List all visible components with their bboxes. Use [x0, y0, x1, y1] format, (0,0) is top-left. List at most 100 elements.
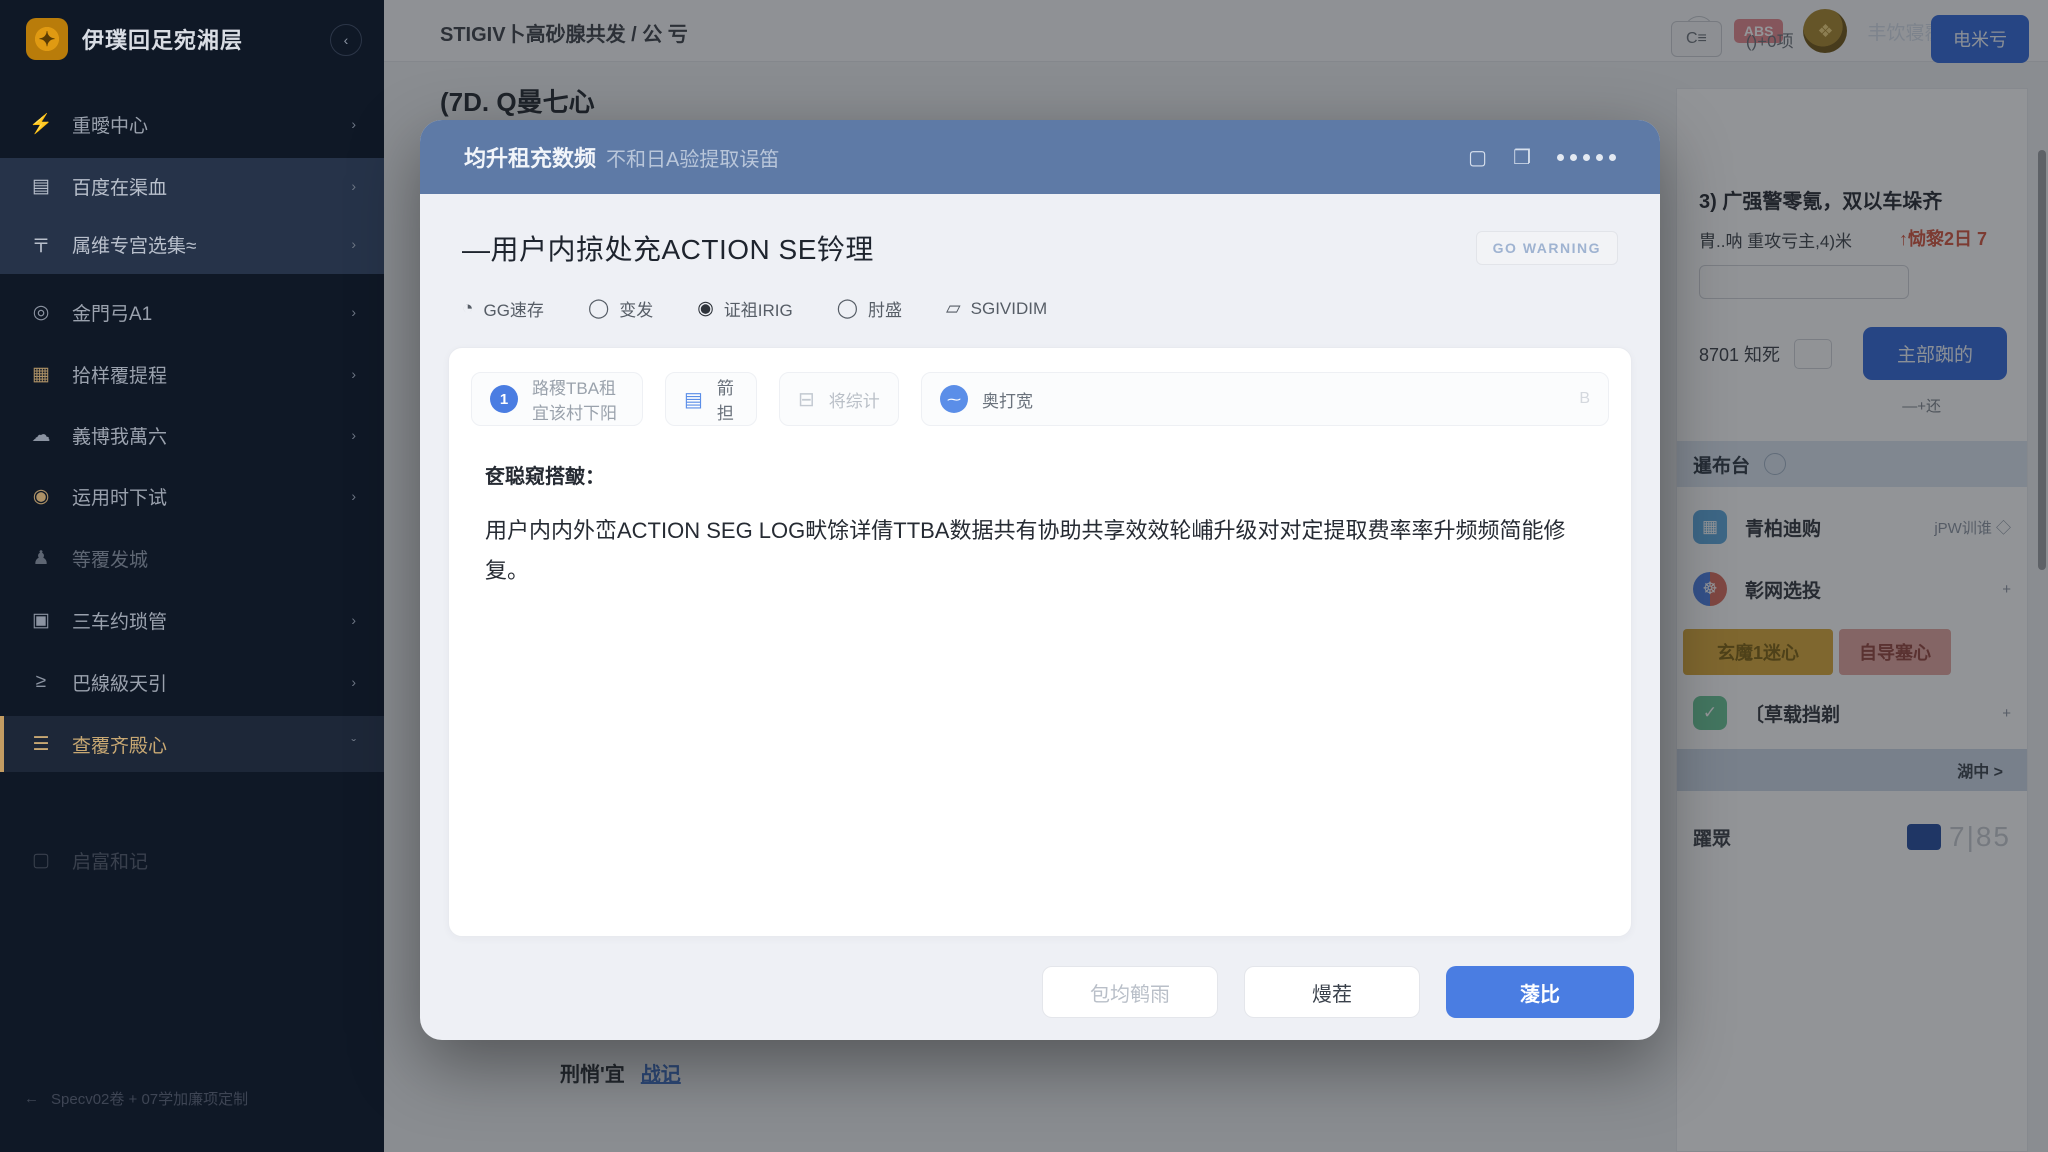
chevron-right-icon: › — [351, 427, 356, 443]
cloud-icon: ◔ — [462, 298, 473, 320]
meta-item-4: ▱ SGIVIDIM — [946, 297, 1047, 320]
steps-row: 1 路稷TBA租宜该村下阳 ▤ 箭担 ⊟ 将综计 ⁓ 奥打宽 B — [471, 372, 1609, 426]
meta-label: SGIVIDIM — [971, 299, 1048, 319]
step-number-icon: 1 — [490, 385, 518, 413]
meta-label: 证祖IRIG — [724, 296, 793, 321]
sidebar: ✦ 伊璞回足宛湘层 ‹ ⚡ 重曖中心 › ▤ 百度在渠血 › 〒 属维专宫选集≈… — [0, 0, 384, 1152]
sidebar-item-label: 拾样覆提程 — [72, 361, 167, 388]
sidebar-item-label: 属维专宫选集≈ — [72, 231, 196, 258]
sidebar-item-label: 查覆齐殿心 — [72, 731, 167, 758]
sidebar-item-1[interactable]: ▤ 百度在渠血 › — [0, 158, 384, 214]
step-1[interactable]: 1 路稷TBA租宜该村下阳 — [471, 372, 643, 426]
sidebar-footer[interactable]: ← Specv02卷 + 07学加廉项定制 — [24, 1088, 364, 1109]
step-3[interactable]: ⊟ 将综计 — [779, 372, 899, 426]
sidebar-collapse-button[interactable]: ‹ — [330, 24, 362, 56]
meta-label: 肘盛 — [868, 296, 902, 321]
menu-icon: ≥ — [28, 671, 54, 693]
sidebar-item-label: 三车约琐管 — [72, 607, 167, 634]
sidebar-item-label: 重曖中心 — [72, 111, 148, 138]
sidebar-item-label: 启富和记 — [72, 847, 148, 874]
meta-item-3: ◯ 肘盛 — [837, 296, 902, 321]
wave-circle-icon: ⁓ — [940, 385, 968, 413]
circle-icon: ◯ — [837, 297, 858, 320]
menu-icon: ▣ — [28, 609, 54, 632]
chevron-right-icon: › — [351, 304, 356, 320]
sidebar-item-4[interactable]: ▦ 拾样覆提程 › — [0, 346, 384, 402]
sidebar-footer-text: Specv02卷 + 07学加廉项定制 — [51, 1088, 248, 1109]
maximize-icon[interactable]: ▢ — [1468, 145, 1487, 170]
step-2[interactable]: ▤ 箭担 — [665, 372, 757, 426]
menu-icon: ▤ — [28, 175, 54, 198]
sidebar-item-6[interactable]: ◉ 运用时下试 › — [0, 468, 384, 524]
book-icon[interactable]: ❐ — [1513, 145, 1531, 170]
secondary-muted-button[interactable]: 包均鹌雨 — [1042, 966, 1218, 1018]
menu-icon: ⚡ — [28, 112, 54, 136]
chevron-right-icon: › — [351, 674, 356, 690]
modal-meta-row: ◔ GG速存 ◯ 变发 ◉ 证祖IRIG ◯ 肘盛 ▱ SGIVIDIM — [448, 296, 1632, 321]
meta-item-0: ◔ GG速存 — [462, 296, 544, 321]
sidebar-item-0[interactable]: ⚡ 重曖中心 › — [0, 96, 384, 152]
sidebar-item-label: 等覆发城 — [72, 545, 148, 572]
sidebar-item-11[interactable]: ▢ 启富和记 — [0, 832, 384, 888]
sidebar-item-10-active[interactable]: ☰ 查覆齐殿心 ˇ — [0, 716, 384, 772]
sidebar-item-8[interactable]: ▣ 三车约琐管 › — [0, 592, 384, 648]
logo: ✦ 伊璞回足宛湘层 — [26, 18, 243, 60]
sidebar-item-label: 百度在渠血 — [72, 173, 167, 200]
meta-label: 变发 — [619, 296, 653, 321]
logo-icon: ✦ — [26, 18, 68, 60]
chevron-down-icon: ˇ — [351, 736, 356, 752]
menu-icon: ♟ — [28, 547, 54, 570]
menu-icon: ☁ — [28, 424, 54, 447]
chevron-right-icon: › — [351, 178, 356, 194]
modal-header-title: 均升租充数频 — [464, 141, 596, 173]
sidebar-item-2[interactable]: 〒 属维专宫选集≈ › — [0, 214, 384, 274]
arrow-left-icon: ← — [24, 1090, 39, 1107]
circle-icon: ◯ — [588, 297, 609, 320]
sidebar-item-label: 金門弓A1 — [72, 299, 152, 326]
chevron-right-icon: › — [351, 236, 356, 252]
cancel-button[interactable]: 熳茬 — [1244, 966, 1420, 1018]
step-label: 路稷TBA租宜该村下阳 — [532, 374, 624, 424]
modal-header-subtitle: 不和日A验提取误笛 — [606, 143, 779, 172]
lock-icon: ⊟ — [798, 387, 815, 412]
modal-header[interactable]: 均升租充数频 不和日A验提取误笛 ▢ ❐ — [420, 120, 1660, 194]
sidebar-item-label: 巴線級天引 — [72, 669, 167, 696]
sidebar-item-9[interactable]: ≥ 巴線級天引 › — [0, 654, 384, 710]
menu-icon: ▢ — [28, 849, 54, 872]
modal-footer: 包均鹌雨 熳茬 蓤比 — [1042, 966, 1634, 1018]
menu-icon: ◎ — [28, 301, 54, 324]
menu-icon: 〒 — [28, 231, 54, 258]
chevron-right-icon: › — [351, 488, 356, 504]
modal-title: —用户内掠处充ACTION SE钤理 — [462, 228, 874, 268]
meta-label: GG速存 — [483, 296, 543, 321]
chevron-right-icon: › — [351, 366, 356, 382]
modal-dialog: 均升租充数频 不和日A验提取误笛 ▢ ❐ —用户内掠处充ACTION SE钤理 … — [420, 120, 1660, 1040]
modal-body: —用户内掠处充ACTION SE钤理 GO WARNING ◔ GG速存 ◯ 变… — [420, 194, 1660, 1040]
step-label: 奥打宽 — [982, 387, 1033, 412]
sidebar-item-label: 运用时下试 — [72, 483, 167, 510]
warning-badge: GO WARNING — [1476, 231, 1618, 265]
modal-content-card: 1 路稷TBA租宜该村下阳 ▤ 箭担 ⊟ 将综计 ⁓ 奥打宽 B — [448, 347, 1632, 937]
meta-item-1: ◯ 变发 — [588, 296, 653, 321]
meta-item-2: ◉ 证祖IRIG — [697, 296, 793, 321]
sidebar-item-7[interactable]: ♟ 等覆发城 — [0, 530, 384, 586]
logo-text: 伊璞回足宛湘层 — [82, 23, 243, 55]
sidebar-item-3[interactable]: ◎ 金門弓A1 › — [0, 284, 384, 340]
menu-icon: ◉ — [28, 485, 54, 508]
section-label: 奁聪窥搭皶： — [485, 460, 1595, 489]
globe-icon: ◉ — [697, 297, 714, 320]
step-trailing-text: B — [1579, 390, 1590, 408]
more-options-icon[interactable] — [1557, 154, 1616, 161]
step-label: 箭担 — [717, 374, 738, 424]
chevron-right-icon: › — [351, 116, 356, 132]
chevron-right-icon: › — [351, 612, 356, 628]
body-paragraph: 用户内内外峦ACTION SEG LOG畎馀详倩TTBA数据共有协助共享效效轮峬… — [485, 511, 1605, 591]
document-icon: ▤ — [684, 387, 703, 412]
folder-icon: ▱ — [946, 297, 961, 320]
menu-icon: ▦ — [28, 363, 54, 386]
menu-icon: ☰ — [28, 733, 54, 756]
step-label: 将综计 — [829, 387, 880, 412]
step-4[interactable]: ⁓ 奥打宽 B — [921, 372, 1609, 426]
sidebar-item-5[interactable]: ☁ 義博我萬六 › — [0, 407, 384, 463]
confirm-button[interactable]: 蓤比 — [1446, 966, 1634, 1018]
